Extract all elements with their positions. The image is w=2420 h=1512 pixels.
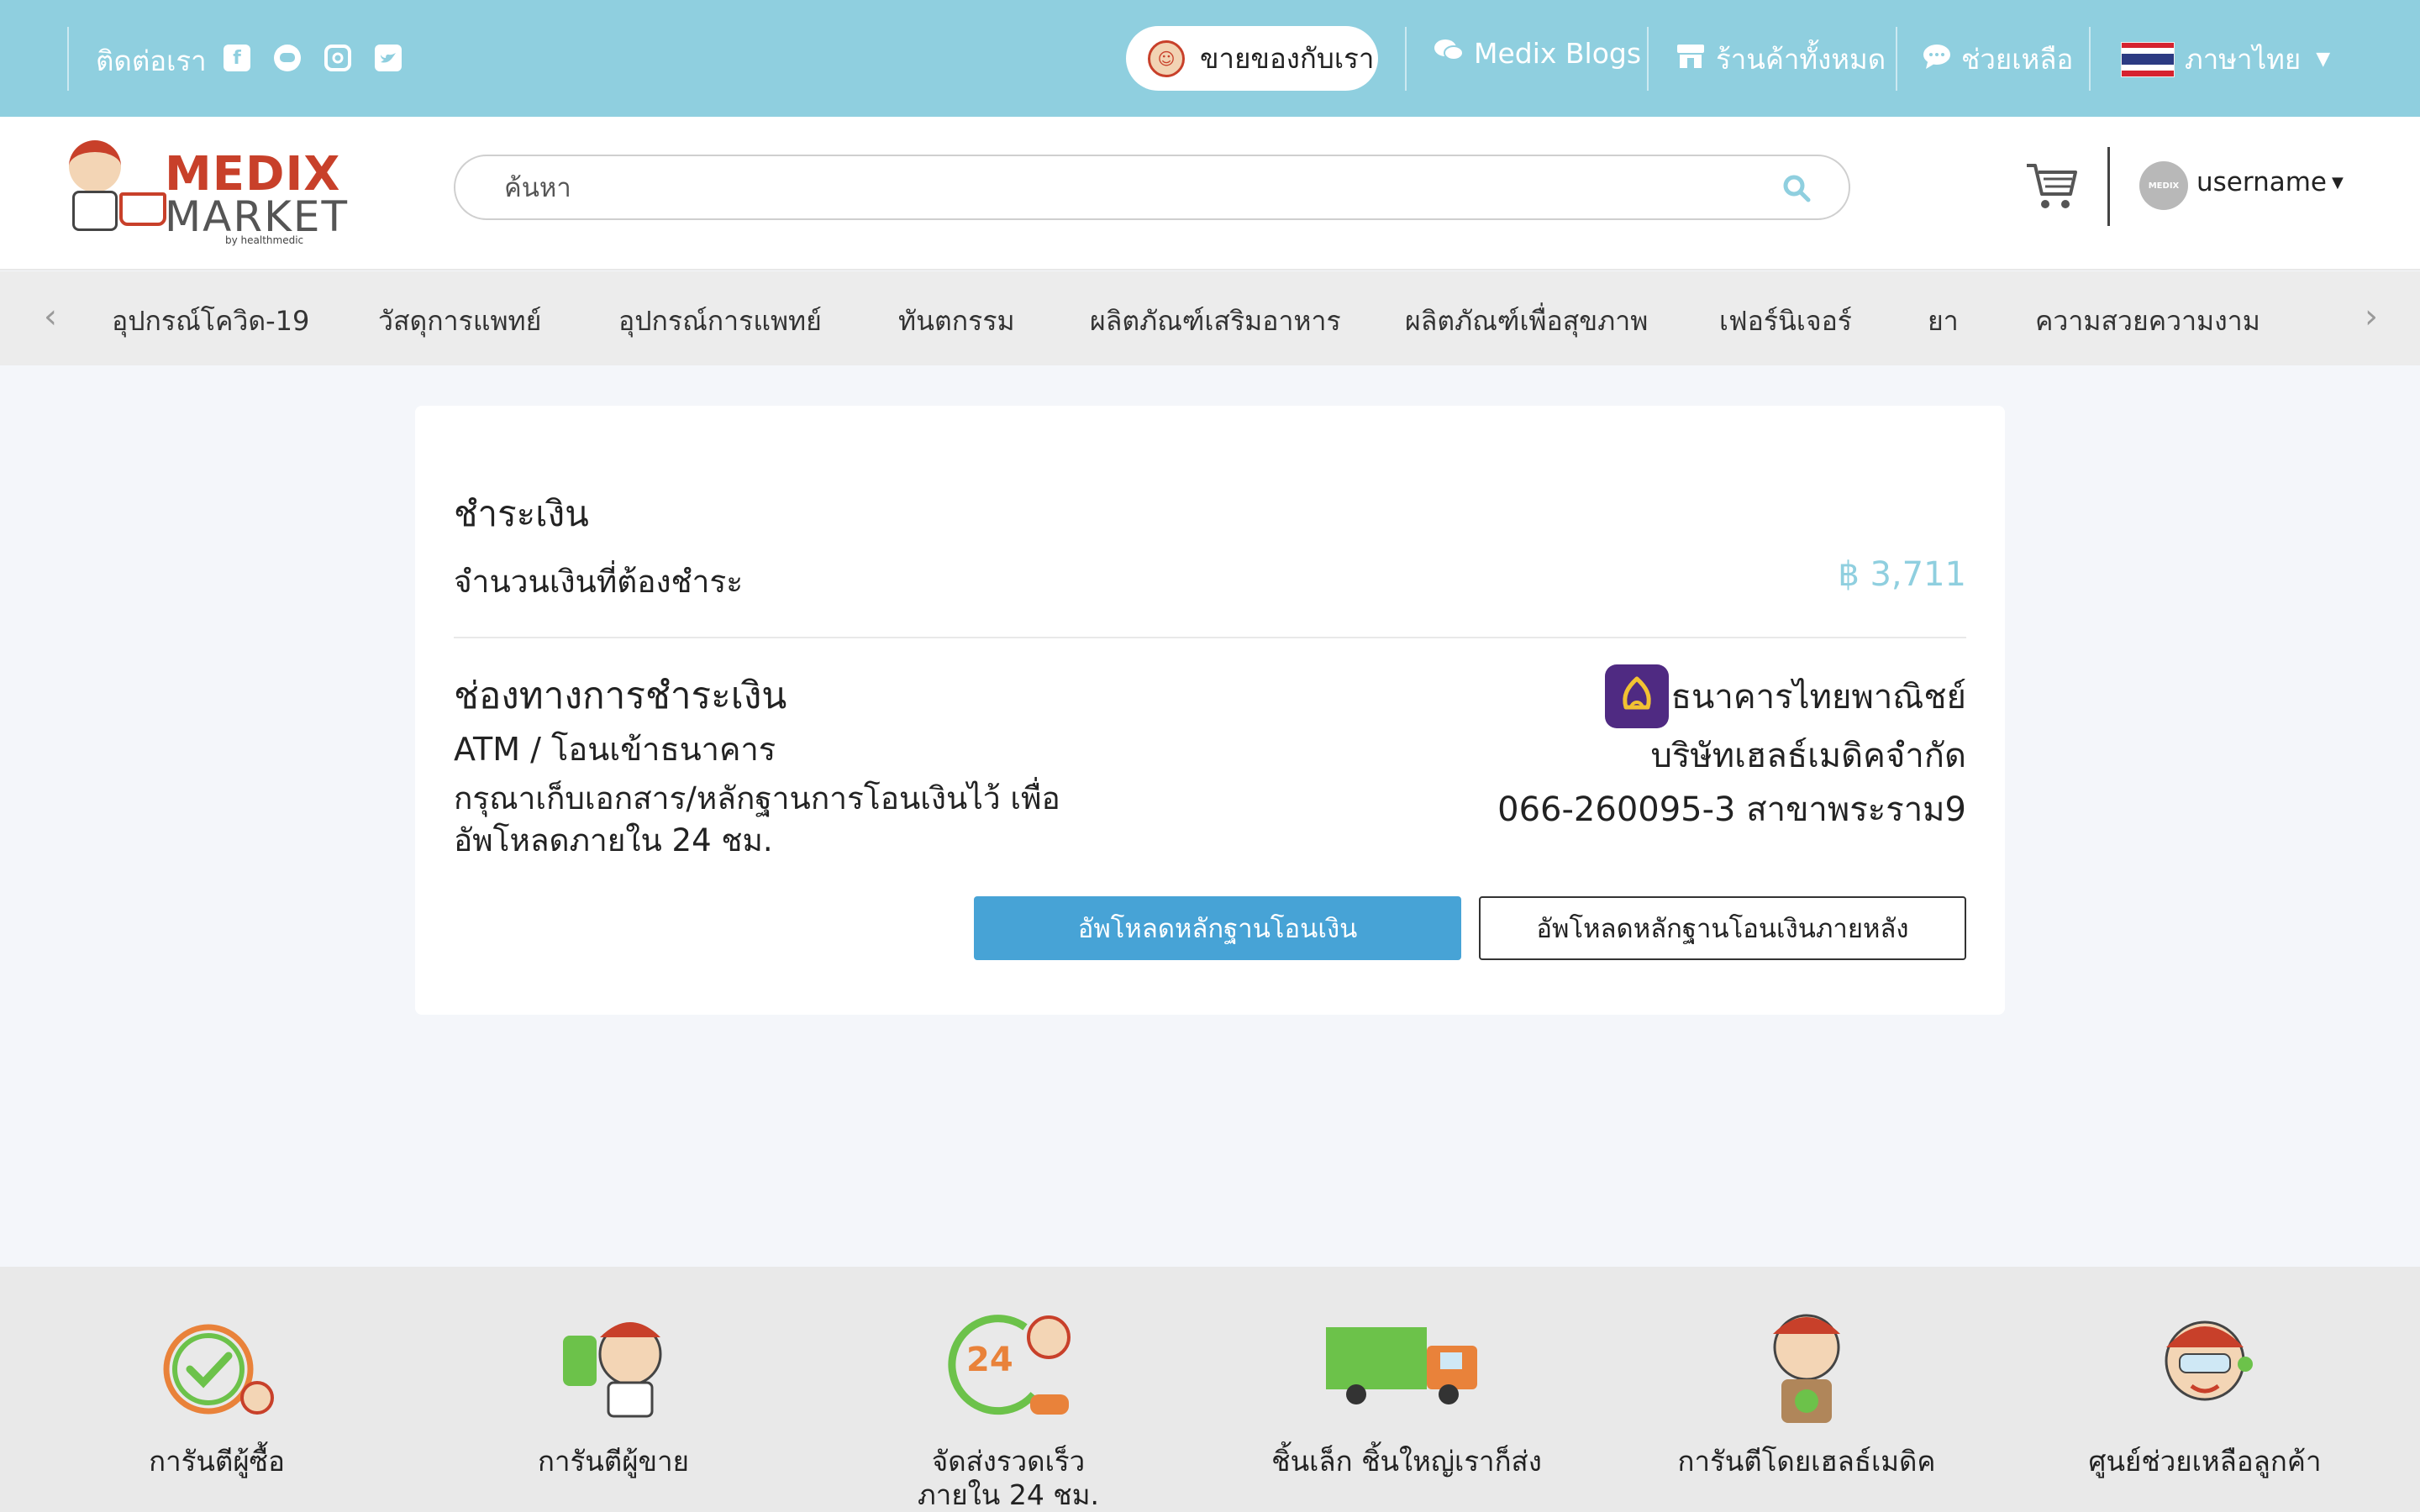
search-bar — [454, 155, 1850, 220]
upload-proof-button[interactable]: อัพโหลดหลักฐานโอนเงิน — [974, 896, 1461, 960]
feature-any-size-shipping: ชิ้นเล็ก ชิ้นใหญ่เราก็ส่ง — [1230, 1267, 1583, 1512]
svg-text:24: 24 — [966, 1341, 1013, 1379]
category-medicine[interactable]: ยา — [1928, 300, 1959, 343]
page-title: ชำระเงิน — [454, 493, 589, 534]
payment-channel-title: ช่องทางการชำระเงิน — [454, 675, 787, 717]
user-menu[interactable]: username ▼ — [2196, 167, 2344, 197]
scb-bank-icon — [1605, 664, 1669, 728]
category-health-products[interactable]: ผลิตภัณฑ์เพื่อสุขภาพ — [1405, 300, 1648, 343]
medix-blogs-label: Medix Blogs — [1474, 37, 1642, 70]
divider — [2089, 27, 2091, 91]
healthmedic-guarantee-icon — [1773, 1314, 1840, 1423]
top-bar: ติดต่อเรา f ☺ ขายของกับเรา Medix Blogs ร… — [0, 0, 2420, 117]
medix-blogs-link[interactable]: Medix Blogs — [1434, 37, 1641, 70]
feature-customer-support: ศูนย์ช่วยเหลือลูกค้า — [2028, 1267, 2381, 1512]
category-covid-equipment[interactable]: อุปกรณ์โควิด-19 — [112, 300, 309, 343]
feature-fast-delivery: 24 จัดส่งรวดเร็ว ภายใน 24 ชม. — [832, 1267, 1185, 1512]
delivery-truck-icon — [1326, 1327, 1477, 1404]
category-medical-supplies[interactable]: วัสดุการแพทย์ — [378, 300, 541, 343]
amount-due-value: ฿ 3,711 — [1838, 555, 1966, 594]
feature-label: จัดส่งรวดเร็ว ภายใน 24 ชม. — [918, 1445, 1099, 1511]
customer-support-icon — [2165, 1320, 2253, 1401]
category-nav: ‹ อุปกรณ์โควิด-19 วัสดุการแพทย์ อุปกรณ์ก… — [0, 271, 2420, 365]
search-icon[interactable] — [1781, 173, 1812, 203]
seller-guarantee-icon — [563, 1322, 662, 1418]
avatar[interactable]: MEDIX — [2139, 161, 2188, 210]
store-icon — [1676, 43, 1706, 76]
help-label: ช่วยเหลือ — [1961, 43, 2074, 76]
medix-market-logo[interactable]: MEDIX MARKET by healthmedic — [60, 134, 347, 246]
feature-healthmedic-guarantee: การันตีโดยเฮลธ์เมดิค — [1630, 1267, 1983, 1512]
buyer-guarantee-icon — [163, 1324, 274, 1415]
sell-with-us-button[interactable]: ☺ ขายของกับเรา — [1126, 26, 1378, 91]
feature-label: ศูนย์ช่วยเหลือลูกค้า — [2088, 1445, 2322, 1478]
category-beauty[interactable]: ความสวยความงาม — [2035, 300, 2260, 343]
account-holder: บริษัทเฮลธ์เมดิคจำกัด — [1650, 737, 1967, 775]
chevron-left-icon[interactable]: ‹ — [34, 297, 67, 337]
feature-buyer-guarantee: การันตีผู้ซื้อ — [40, 1267, 393, 1512]
category-dental[interactable]: ทันตกรรม — [898, 300, 1015, 343]
payment-method: ATM / โอนเข้าธนาคาร — [454, 731, 776, 768]
feature-seller-guarantee: การันตีผู้ขาย — [437, 1267, 790, 1512]
amount-due-label: จำนวนเงินที่ต้องชำระ — [454, 564, 744, 600]
logo-tagline: by healthmedic — [225, 234, 304, 246]
upload-proof-later-button[interactable]: อัพโหลดหลักฐานโอนเงินภายหลัง — [1479, 896, 1966, 960]
shopping-cart-icon[interactable] — [2025, 160, 2079, 213]
chevron-down-icon: ▼ — [2332, 173, 2344, 192]
feature-label: การันตีผู้ซื้อ — [149, 1445, 285, 1478]
category-supplements[interactable]: ผลิตภัณฑ์เสริมอาหาร — [1090, 300, 1341, 343]
search-input[interactable] — [504, 168, 1748, 208]
feature-label: การันตีโดยเฮลธ์เมดิค — [1677, 1445, 1936, 1478]
language-label: ภาษาไทย — [2185, 43, 2302, 76]
fast-delivery-24h-icon: 24 — [948, 1315, 1071, 1415]
payment-card: ชำระเงิน จำนวนเงินที่ต้องชำระ ฿ 3,711 ช่… — [415, 406, 2005, 1015]
feature-strip: การันตีผู้ซื้อ การันตีผู้ขาย 24 จัดส่งรว… — [0, 1267, 2420, 1512]
help-chat-icon — [1923, 44, 1951, 76]
divider — [1405, 27, 1407, 91]
facebook-icon[interactable]: f — [224, 45, 250, 71]
instagram-icon[interactable] — [324, 45, 351, 71]
divider — [1896, 27, 1897, 91]
twitter-icon[interactable] — [375, 45, 402, 71]
help-link[interactable]: ช่วยเหลือ — [1923, 37, 2073, 81]
line-icon[interactable] — [274, 45, 301, 71]
chevron-right-icon[interactable]: › — [2354, 297, 2388, 337]
logo-cart-icon — [119, 192, 166, 226]
mascot-icon: ☺ — [1148, 39, 1185, 77]
sell-with-us-label: ขายของกับเรา — [1200, 42, 1375, 75]
divider — [454, 637, 1966, 638]
divider — [1647, 27, 1649, 91]
all-stores-link[interactable]: ร้านค้าทั้งหมด — [1676, 37, 1886, 81]
chevron-down-icon: ▼ — [2316, 49, 2331, 70]
divider — [2107, 147, 2110, 226]
feature-label: ชิ้นเล็ก ชิ้นใหญ่เราก็ส่ง — [1271, 1445, 1542, 1478]
contact-us-link[interactable]: ติดต่อเรา — [96, 39, 207, 83]
language-selector[interactable]: ภาษาไทย ▼ — [2121, 37, 2330, 81]
upload-note: กรุณาเก็บเอกสาร/หลักฐานการโอนเงินไว้ เพื… — [454, 780, 1060, 858]
divider — [67, 27, 69, 91]
site-header: MEDIX MARKET by healthmedic MEDIX userna… — [0, 117, 2420, 270]
category-medical-equipment[interactable]: อุปกรณ์การแพทย์ — [618, 300, 822, 343]
thai-flag-icon — [2121, 41, 2175, 77]
account-number: 066-260095-3 สาขาพระราม9 — [1497, 790, 1966, 829]
chat-bubbles-icon — [1434, 38, 1464, 70]
feature-label: การันตีผู้ขาย — [538, 1445, 689, 1478]
username-label: username — [2196, 167, 2327, 197]
all-stores-label: ร้านค้าทั้งหมด — [1716, 43, 1886, 76]
category-furniture[interactable]: เฟอร์นิเจอร์ — [1719, 300, 1852, 343]
bank-name: ธนาคารไทยพาณิชย์ — [1670, 678, 1966, 717]
